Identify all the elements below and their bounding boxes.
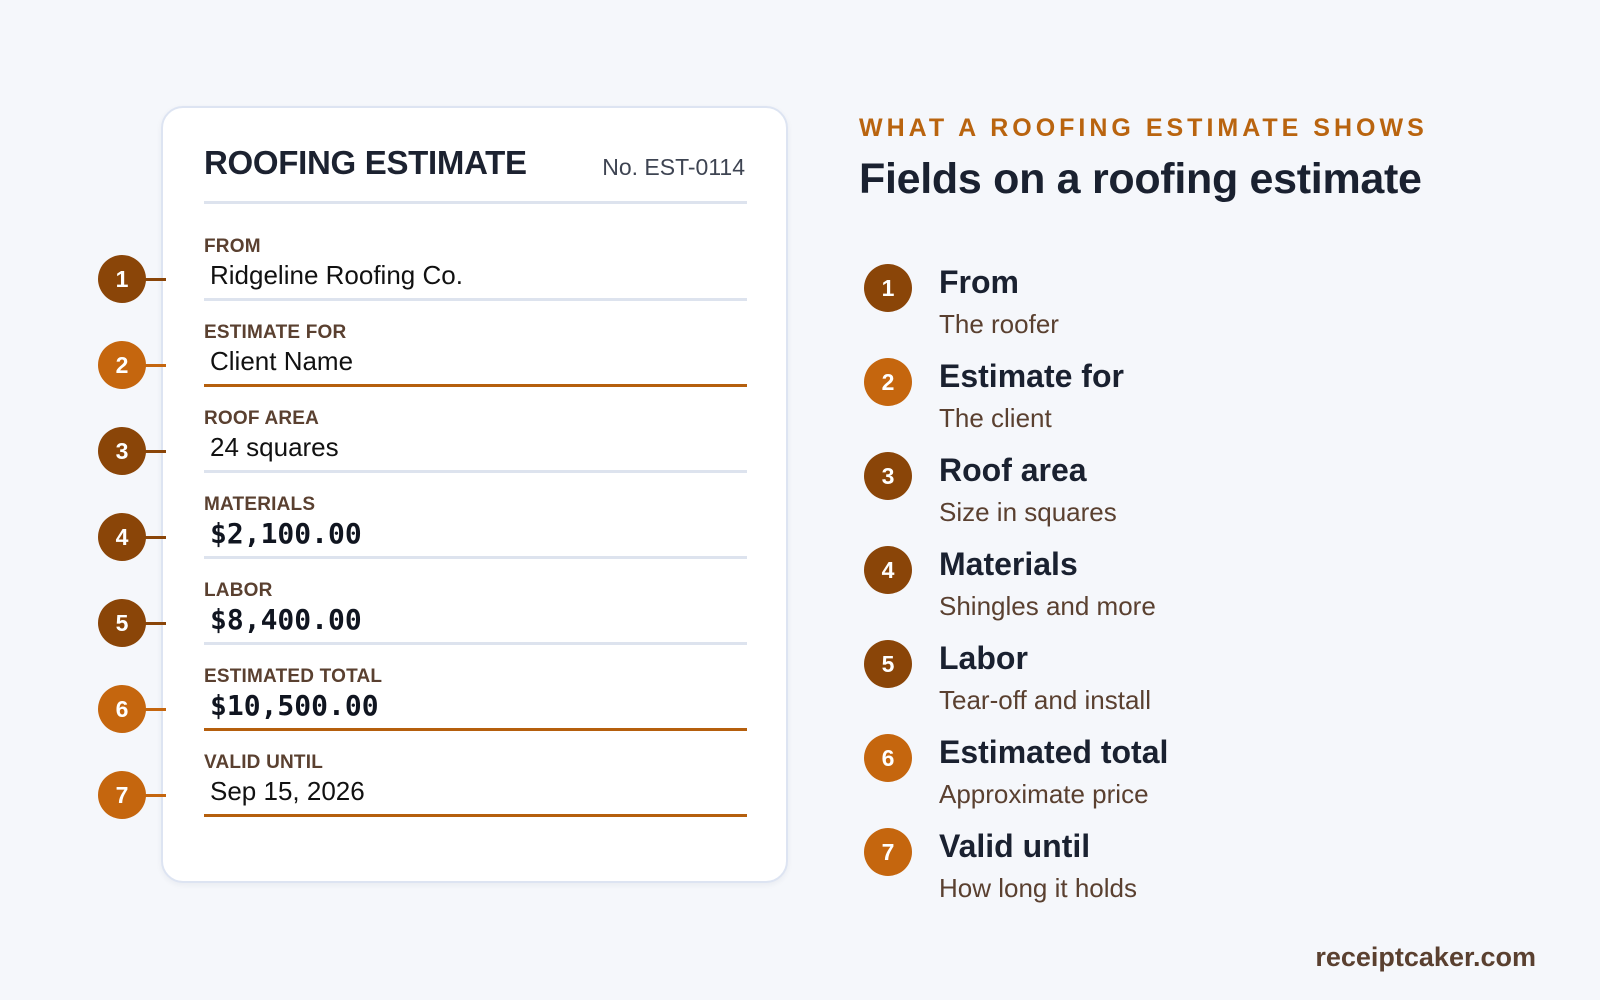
field-label: VALID UNTIL: [204, 752, 324, 773]
field-value: Sep 15, 2026: [210, 776, 365, 806]
marker-connector: [145, 364, 166, 367]
legend-item-roof-area: 3 Roof area Size in squares: [864, 452, 1514, 542]
legend-badge: 6: [864, 734, 912, 782]
legend-title: Valid until: [939, 828, 1091, 864]
page-heading: Fields on a roofing estimate: [859, 155, 1422, 203]
field-valid-until: VALID UNTIL Sep 15, 2026: [204, 752, 747, 832]
field-label: LABOR: [204, 580, 273, 601]
legend-title: Estimated total: [939, 734, 1169, 770]
marker-4: 4: [98, 513, 146, 561]
marker-connector: [145, 278, 166, 281]
eyebrow-label: WHAT A ROOFING ESTIMATE SHOWS: [859, 114, 1428, 142]
marker-connector: [145, 536, 166, 539]
legend-title: Estimate for: [939, 358, 1124, 394]
marker-connector: [145, 622, 166, 625]
legend-description: Size in squares: [939, 497, 1117, 527]
estimate-number: No. EST-0114: [602, 154, 745, 180]
legend-badge: 1: [864, 264, 912, 312]
field-label: ESTIMATED TOTAL: [204, 666, 383, 687]
legend-item-valid-until: 7 Valid until How long it holds: [864, 828, 1514, 918]
marker-5: 5: [98, 599, 146, 647]
marker-2: 2: [98, 341, 146, 389]
field-value: Ridgeline Roofing Co.: [210, 260, 463, 290]
field-underline: [204, 470, 747, 473]
field-value: $2,100.00: [210, 517, 362, 550]
legend-description: Shingles and more: [939, 591, 1156, 621]
field-value: Client Name: [210, 346, 354, 376]
legend-title: Materials: [939, 546, 1078, 582]
field-value: $10,500.00: [210, 689, 379, 722]
legend-title: Labor: [939, 640, 1028, 676]
field-underline: [204, 556, 747, 559]
marker-6: 6: [98, 685, 146, 733]
field-label: ROOF AREA: [204, 408, 320, 429]
marker-3: 3: [98, 427, 146, 475]
legend-description: The roofer: [939, 309, 1059, 339]
marker-1: 1: [98, 255, 146, 303]
field-underline: [204, 298, 747, 301]
marker-connector: [145, 794, 166, 797]
field-underline-highlighted: [204, 728, 747, 731]
legend-description: Approximate price: [939, 779, 1149, 809]
estimate-card: ROOFING ESTIMATE No. EST-0114 FROM Ridge…: [161, 106, 788, 883]
field-underline-highlighted: [204, 814, 747, 817]
legend-badge: 4: [864, 546, 912, 594]
header-divider: [204, 201, 747, 204]
legend-description: The client: [939, 403, 1052, 433]
legend-item-labor: 5 Labor Tear-off and install: [864, 640, 1514, 730]
field-label: MATERIALS: [204, 494, 316, 515]
site-watermark: receiptcaker.com: [1315, 942, 1536, 972]
legend-description: Tear-off and install: [939, 685, 1151, 715]
legend-item-estimated-total: 6 Estimated total Approximate price: [864, 734, 1514, 824]
marker-7: 7: [98, 771, 146, 819]
legend-item-from: 1 From The roofer: [864, 264, 1514, 354]
legend-badge: 2: [864, 358, 912, 406]
field-underline-highlighted: [204, 384, 747, 387]
legend-badge: 7: [864, 828, 912, 876]
marker-connector: [145, 708, 166, 711]
field-value: $8,400.00: [210, 603, 362, 636]
legend-title: Roof area: [939, 452, 1087, 488]
field-label: FROM: [204, 236, 261, 257]
marker-connector: [145, 450, 166, 453]
field-estimated-total: ESTIMATED TOTAL $10,500.00: [204, 666, 747, 746]
estimate-title: ROOFING ESTIMATE: [204, 144, 527, 181]
field-label: ESTIMATE FOR: [204, 322, 347, 343]
field-labor: LABOR $8,400.00: [204, 580, 747, 660]
field-value: 24 squares: [210, 432, 339, 462]
legend-description: How long it holds: [939, 873, 1137, 903]
field-underline: [204, 642, 747, 645]
field-from: FROM Ridgeline Roofing Co.: [204, 236, 747, 316]
legend-badge: 5: [864, 640, 912, 688]
legend-title: From: [939, 264, 1019, 300]
legend-item-estimate-for: 2 Estimate for The client: [864, 358, 1514, 448]
field-roof-area: ROOF AREA 24 squares: [204, 408, 747, 488]
field-materials: MATERIALS $2,100.00: [204, 494, 747, 574]
legend-item-materials: 4 Materials Shingles and more: [864, 546, 1514, 636]
field-estimate-for: ESTIMATE FOR Client Name: [204, 322, 747, 402]
legend-badge: 3: [864, 452, 912, 500]
